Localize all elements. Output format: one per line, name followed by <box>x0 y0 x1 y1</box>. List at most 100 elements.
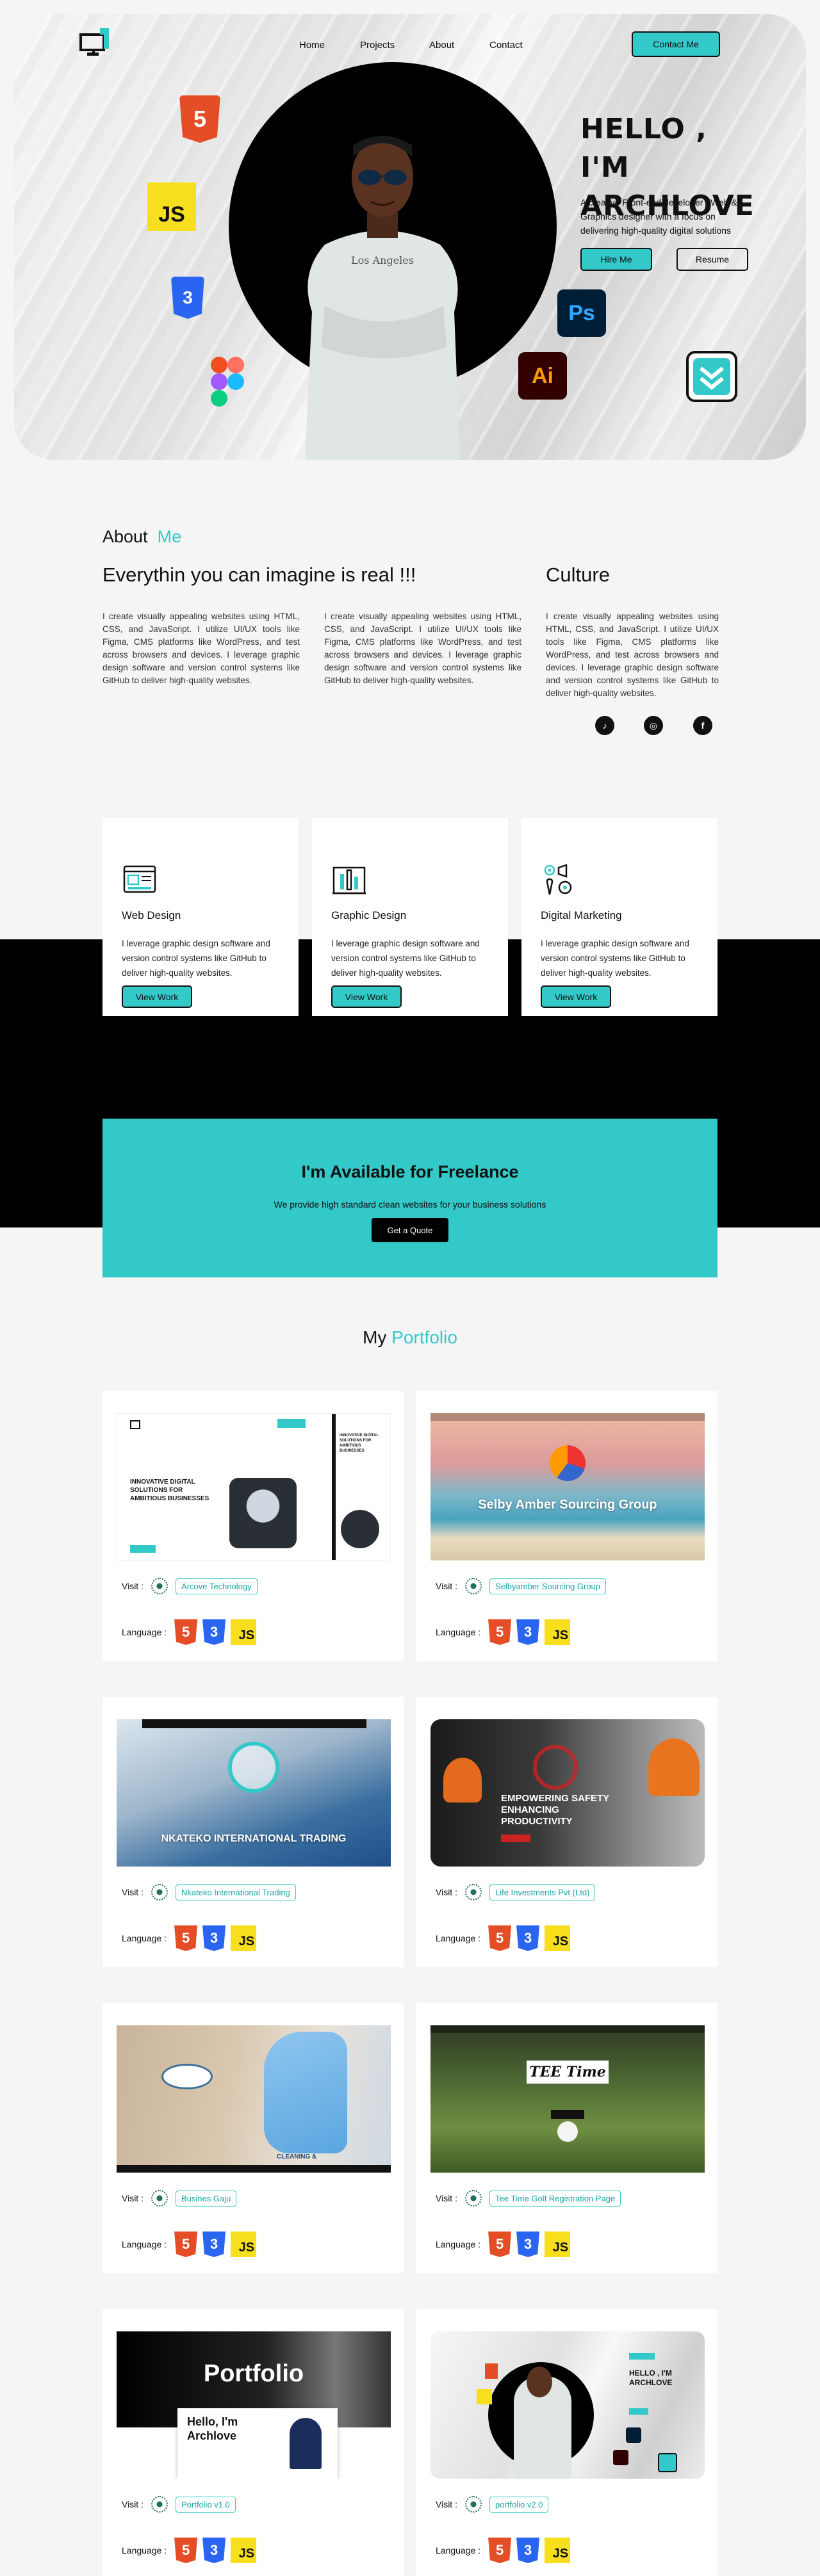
view-work-button[interactable]: View Work <box>331 985 402 1008</box>
javascript-icon: JS <box>545 1925 571 1951</box>
portfolio-card: Portfolio Hello, I'm Archlove Visit : Po… <box>102 2309 404 2576</box>
view-work-button[interactable]: View Work <box>122 985 192 1008</box>
about-tagline: Everythin you can imagine is real !!! <box>102 563 416 586</box>
project-link[interactable]: Busines Gaju <box>175 2190 237 2207</box>
web-design-icon <box>123 865 156 893</box>
preview-headline: EMPOWERING SAFETY ENHANCING PRODUCTIVITY <box>501 1793 609 1827</box>
facebook-icon[interactable]: f <box>693 716 712 735</box>
freelance-subtitle: We provide high standard clean websites … <box>274 1199 546 1210</box>
portfolio-card: NKATEKO INTERNATIONAL TRADING Visit : Nk… <box>102 1697 404 1967</box>
chevrons-down-icon <box>686 351 737 402</box>
html5-icon: 5 <box>174 2232 198 2257</box>
service-description: I leverage graphic design software and v… <box>331 939 480 978</box>
css3-icon: 3 <box>516 2538 540 2563</box>
portfolio-card: HELLO , I'M ARCHLOVE Visit : portfolio v… <box>416 2309 718 2576</box>
freelance-banner: I'm Available for Freelance We provide h… <box>102 1119 718 1277</box>
service-title: Graphic Design <box>331 909 407 921</box>
css3-icon: 3 <box>171 277 204 319</box>
nav-home-link[interactable]: Home <box>299 40 325 51</box>
project-preview-image[interactable]: Selby Amber Sourcing Group <box>430 1413 705 1560</box>
javascript-icon: JS <box>147 182 196 231</box>
visit-globe-icon <box>464 2496 482 2513</box>
javascript-icon: JS <box>231 2232 257 2257</box>
culture-title: Culture <box>546 563 610 586</box>
css3-icon: 3 <box>202 2232 226 2257</box>
visit-row: Visit : Arcove Technology <box>122 1578 258 1594</box>
about-paragraph-2: I create visually appealing websites usi… <box>324 612 521 685</box>
get-quote-button[interactable]: Get a Quote <box>372 1218 448 1242</box>
css3-icon: 3 <box>202 1619 226 1645</box>
visit-row: Visit : Selbyamber Sourcing Group <box>436 1578 607 1594</box>
preview-subtitle: Hello, I'm Archlove <box>187 2415 238 2442</box>
javascript-icon: JS <box>545 2232 571 2257</box>
html5-icon: 5 <box>488 2538 512 2563</box>
preview-headline: CLEANING & <box>277 2153 317 2160</box>
visit-row: Visit : Nkateko International Trading <box>122 1884 296 1900</box>
html5-icon: 5 <box>488 2232 512 2257</box>
project-link[interactable]: Selbyamber Sourcing Group <box>489 1578 607 1594</box>
service-title: Web Design <box>122 909 181 921</box>
preview-headline: TEE Time <box>529 2064 606 2080</box>
visit-row: Visit : Portfolio v1.0 <box>122 2496 236 2513</box>
visit-globe-icon <box>464 1578 482 1594</box>
culture-paragraph: I create visually appealing websites usi… <box>546 612 719 698</box>
preview-headline: Portfolio <box>203 2360 304 2387</box>
tiktok-icon[interactable]: ♪ <box>595 716 614 735</box>
graphic-design-icon <box>332 866 366 895</box>
hire-me-button[interactable]: Hire Me <box>580 248 652 271</box>
javascript-icon: JS <box>231 1619 257 1645</box>
service-description: I leverage graphic design software and v… <box>541 939 689 978</box>
html5-icon: 5 <box>174 1925 198 1951</box>
javascript-icon: JS <box>545 1619 571 1645</box>
project-preview-image[interactable]: EMPOWERING SAFETY ENHANCING PRODUCTIVITY <box>430 1719 705 1867</box>
language-row: Language : 5 3 JS <box>122 2232 257 2257</box>
project-preview-image[interactable]: Portfolio Hello, I'm Archlove <box>117 2331 391 2479</box>
instagram-icon[interactable]: ◎ <box>644 716 663 735</box>
project-preview-image[interactable]: INNOVATIVE DIGITAL SOLUTIONS FOR AMBITIO… <box>117 1413 391 1560</box>
hero-section: Home Projects About Contact Contact Me L… <box>14 14 806 460</box>
project-preview-image[interactable]: HELLO , I'M ARCHLOVE <box>430 2331 705 2479</box>
html5-icon: 5 <box>174 1619 198 1645</box>
figma-icon <box>211 357 244 407</box>
nav-about-link[interactable]: About <box>429 40 454 51</box>
portfolio-card: INNOVATIVE DIGITAL SOLUTIONS FOR AMBITIO… <box>102 1391 404 1661</box>
project-link[interactable]: portfolio v2.0 <box>489 2496 549 2513</box>
about-paragraph-1: I create visually appealing websites usi… <box>102 612 300 685</box>
javascript-icon: JS <box>545 2538 571 2563</box>
html5-icon: 5 <box>179 95 220 143</box>
digital-marketing-icon <box>544 864 572 895</box>
service-description: I leverage graphic design software and v… <box>122 939 270 978</box>
project-link[interactable]: Portfolio v1.0 <box>175 2496 236 2513</box>
project-link[interactable]: Nkateko International Trading <box>175 1884 296 1900</box>
project-link[interactable]: Life Investments Pvt (Ltd) <box>489 1884 596 1900</box>
preview-headline: Selby Amber Sourcing Group <box>478 1498 657 1512</box>
resume-button[interactable]: Resume <box>676 248 748 271</box>
language-row: Language : 5 3 JS <box>436 1925 571 1951</box>
visit-row: Visit : portfolio v2.0 <box>436 2496 549 2513</box>
portfolio-heading: My Portfolio <box>363 1327 457 1347</box>
project-link[interactable]: Arcove Technology <box>175 1578 258 1594</box>
project-preview-image[interactable]: CLEANING & <box>117 2025 391 2173</box>
project-preview-image[interactable]: NKATEKO INTERNATIONAL TRADING <box>117 1719 391 1867</box>
view-work-button[interactable]: View Work <box>541 985 611 1008</box>
css3-icon: 3 <box>202 1925 226 1951</box>
hero-description: A creative Front-end developer , Web & G… <box>580 197 737 236</box>
visit-globe-icon <box>151 2190 168 2207</box>
nav-contact-link[interactable]: Contact <box>489 40 523 51</box>
contact-me-button[interactable]: Contact Me <box>632 31 720 57</box>
project-preview-image[interactable]: TEE Time <box>430 2025 705 2173</box>
project-link[interactable]: Tee Time Golf Registration Page <box>489 2190 621 2207</box>
css3-icon: 3 <box>516 1925 540 1951</box>
css3-icon: 3 <box>516 1619 540 1645</box>
nav-projects-link[interactable]: Projects <box>360 40 395 51</box>
svg-text:Los Angeles: Los Angeles <box>351 254 414 266</box>
css3-icon: 3 <box>202 2538 226 2563</box>
site-logo-icon[interactable] <box>78 26 117 64</box>
portfolio-card: Selby Amber Sourcing Group Visit : Selby… <box>416 1391 718 1661</box>
language-row: Language : 5 3 JS <box>122 1619 257 1645</box>
language-row: Language : 5 3 JS <box>122 2538 257 2563</box>
service-card-graphic-design: Graphic Design I leverage graphic design… <box>312 818 508 1016</box>
preview-headline: HELLO , I'M ARCHLOVE <box>629 2369 673 2387</box>
visit-row: Visit : Life Investments Pvt (Ltd) <box>436 1884 596 1900</box>
portrait-photo: Los Angeles <box>305 136 461 460</box>
